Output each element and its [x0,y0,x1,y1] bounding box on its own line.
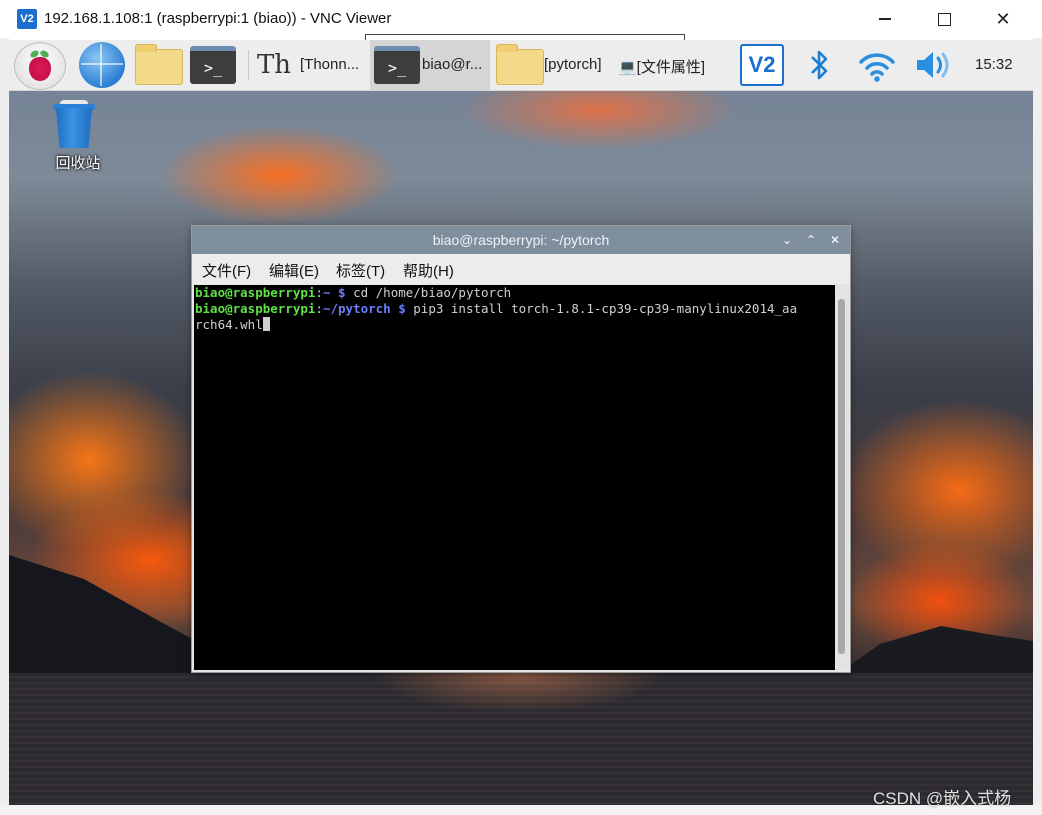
menu-tabs[interactable]: 标签(T) [336,260,385,281]
taskbar-task-thonny[interactable]: [Thonn... [300,56,359,73]
close-icon: ✕ [829,233,841,247]
wifi-glyph [859,53,895,82]
close-button[interactable]: ✕ [974,0,1032,38]
watermark: CSDN @嵌入式杨 [873,789,1012,808]
maximize-icon [937,12,951,26]
folder-icon[interactable] [496,44,544,85]
taskbar-separator [248,50,249,80]
wallpaper-water-glow [369,673,669,713]
prompt-path: ~/pytorch [322,301,391,316]
trash-label: 回收站 [55,155,101,172]
terminal-screen[interactable]: biao@raspberrypi:~ $ cd /home/biao/pytor… [194,285,835,670]
vnc-tray-icon[interactable]: V2 [740,44,784,86]
terminal-scrollbar-thumb[interactable] [838,299,845,654]
taskbar-task-terminal[interactable]: biao@r... [422,56,482,73]
desktop-icon-trash[interactable]: 回收站 [48,100,108,180]
wifi-icon[interactable] [857,48,897,84]
terminal-line: biao@raspberrypi:~ $ cd /home/biao/pytor… [195,285,512,300]
terminal-cursor [262,317,270,331]
prompt-symbol: $ [398,301,406,316]
window-right-edge [1033,38,1042,815]
globe-icon[interactable] [79,42,125,88]
bluetooth-icon[interactable] [807,46,831,84]
chevron-down-icon: ⌄ [781,233,793,247]
chevron-up-icon: ⌃ [805,233,817,247]
terminal-scrollbar[interactable] [835,285,849,670]
terminal-command-continuation: rch64.whl [195,317,263,332]
taskbar-clock[interactable]: 15:32 [975,56,1013,73]
folder-icon[interactable] [135,44,183,85]
maximize-button[interactable] [915,0,973,38]
vnc-app-icon: V2 [17,9,37,29]
vnc-window-titlebar: V2 192.168.1.108:1 (raspberrypi:1 (biao)… [0,0,1042,38]
terminal-line: rch64.whl [195,317,835,333]
terminal-title: biao@raspberrypi: ~/pytorch [432,232,610,248]
terminal-minimize-button[interactable]: ⌄ [778,231,796,249]
taskbar: >_ Th [Thonn... >_ biao@r... [pytorch] 💻… [9,40,1033,91]
trash-icon [56,108,92,148]
window-left-edge [0,38,9,815]
minimize-button[interactable] [856,0,914,38]
terminal-window[interactable]: biao@raspberrypi: ~/pytorch ⌄ ⌃ ✕ 文件(F) … [192,226,850,672]
taskbar-task-file-properties[interactable]: 💻[文件属性] [618,56,705,77]
wallpaper-mountain-right [829,626,1033,680]
terminal-icon[interactable]: >_ [190,46,236,84]
thonny-icon[interactable]: Th [256,47,292,83]
prompt-user: biao@raspberrypi [195,285,316,300]
raspberry-menu-button[interactable] [14,42,66,90]
prompt-user: biao@raspberrypi [195,301,316,316]
terminal-icon[interactable]: >_ [374,46,420,84]
terminal-command: pip3 install torch-1.8.1-cp39-cp39-manyl… [413,301,798,316]
terminal-close-button[interactable]: ✕ [826,231,844,249]
terminal-menubar: 文件(F) 编辑(E) 标签(T) 帮助(H) [192,254,850,284]
prompt-symbol: $ [338,285,346,300]
raspberry-icon [29,57,51,81]
menu-help[interactable]: 帮助(H) [403,260,454,281]
taskbar-task-pytorch-folder[interactable]: [pytorch] [544,56,602,73]
minimize-icon [879,18,891,20]
bluetooth-glyph [811,50,828,80]
terminal-maximize-button[interactable]: ⌃ [802,231,820,249]
window-title: 192.168.1.108:1 (raspberrypi:1 (biao)) -… [44,10,392,27]
close-icon: ✕ [995,8,1011,30]
terminal-line: biao@raspberrypi:~/pytorch $ pip3 instal… [195,301,798,316]
volume-glyph [917,52,949,78]
terminal-command: cd /home/biao/pytorch [353,285,512,300]
menu-file[interactable]: 文件(F) [202,260,251,281]
menu-edit[interactable]: 编辑(E) [269,260,319,281]
volume-icon[interactable] [914,48,956,82]
terminal-titlebar[interactable]: biao@raspberrypi: ~/pytorch ⌄ ⌃ ✕ [192,226,850,254]
